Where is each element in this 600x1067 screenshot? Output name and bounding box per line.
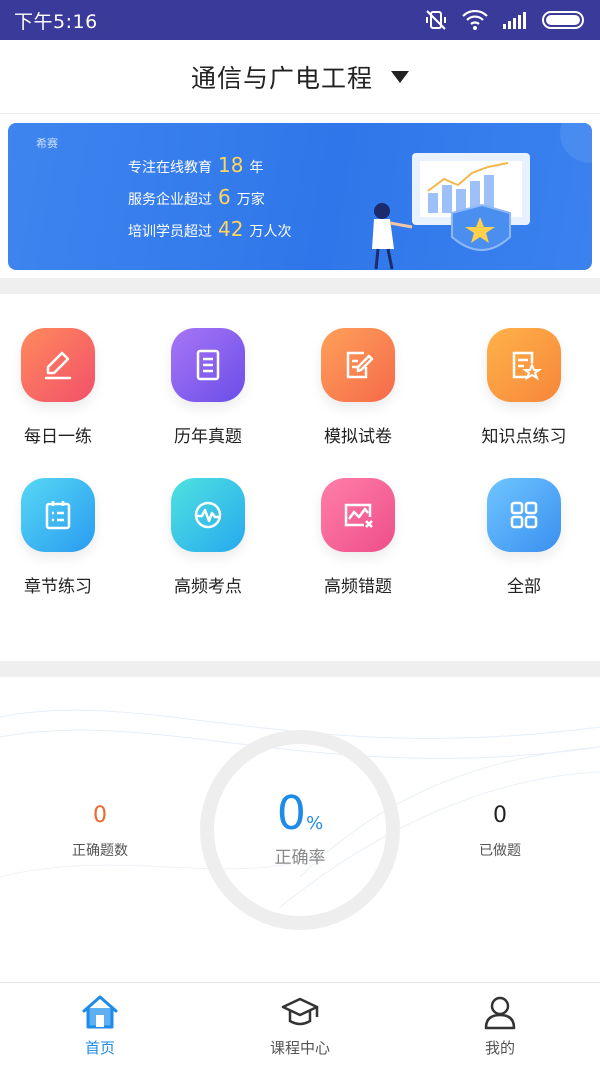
- section-divider: [0, 661, 600, 677]
- user-icon: [484, 996, 516, 1030]
- banner-line-number: 18: [218, 153, 244, 177]
- tile: [487, 328, 561, 402]
- correct-count-label: 正确题数: [72, 843, 128, 859]
- banner-line-number: 42: [218, 217, 244, 241]
- banner-line-prefix: 培训学员超过: [128, 224, 212, 240]
- menu-item-daily-practice[interactable]: 每日一练: [0, 328, 133, 447]
- accuracy-label: 正确率: [274, 848, 326, 868]
- menu-item-label: 高频考点: [174, 577, 242, 597]
- menu-item-knowledge-points[interactable]: 知识点练习: [449, 328, 599, 447]
- menu-item-all[interactable]: 全部: [449, 478, 599, 597]
- menu-item-chapter-practice[interactable]: 章节练习: [0, 478, 133, 597]
- banner-line-suffix: 万家: [236, 192, 265, 208]
- subject-selector[interactable]: 通信与广电工程: [0, 40, 600, 114]
- menu-item-label: 历年真题: [174, 427, 242, 447]
- done-count-stat: 0 已做题: [420, 803, 580, 860]
- tile: [21, 328, 95, 402]
- nav-label: 课程中心: [269, 1039, 330, 1057]
- promo-banner[interactable]: 希赛 专注在线教育 18 年 服务企业超过 6 万家 培训学员超过 42 万人次: [8, 123, 592, 270]
- grid-icon: [510, 501, 538, 529]
- menu-item-label: 模拟试卷: [324, 427, 392, 447]
- status-icons: [424, 9, 586, 31]
- banner-line-number: 6: [218, 185, 231, 209]
- menu-item-label: 知识点练习: [481, 427, 567, 447]
- tile: [21, 478, 95, 552]
- page-title: 通信与广电工程: [190, 63, 373, 93]
- feature-grid: 每日一练 历年真题 模拟试卷 知识点练习 章节练习 高频考点 高频错题 全部: [0, 294, 600, 661]
- menu-item-frequent-topics[interactable]: 高频考点: [133, 478, 283, 597]
- done-count-label: 已做题: [479, 843, 521, 859]
- wifi-icon: [462, 10, 488, 30]
- nav-label: 我的: [484, 1039, 515, 1057]
- status-bar: 下午5:16: [0, 0, 600, 40]
- tile: [321, 328, 395, 402]
- menu-item-mock-exam[interactable]: 模拟试卷: [283, 328, 433, 447]
- section-divider: [0, 278, 600, 294]
- home-icon: [82, 995, 118, 1029]
- signal-icon: [503, 12, 526, 29]
- nav-mine[interactable]: 我的: [400, 983, 600, 1067]
- banner-line-prefix: 专注在线教育: [128, 160, 212, 176]
- accuracy-unit: %: [306, 813, 324, 834]
- edit-paper-icon: [346, 351, 374, 379]
- nav-label: 首页: [84, 1039, 115, 1057]
- menu-item-frequent-errors[interactable]: 高频错题: [283, 478, 433, 597]
- banner-line: 服务企业超过 6 万家: [128, 183, 291, 215]
- star-document-icon: [512, 351, 542, 381]
- accuracy-stat: 0% 正确率: [200, 787, 400, 868]
- vibrate-off-icon: [426, 10, 446, 30]
- bottom-nav: 首页 课程中心 我的: [0, 982, 600, 1067]
- tile: [171, 478, 245, 552]
- correct-count-stat: 0 正确题数: [20, 803, 180, 860]
- status-time: 下午5:16: [14, 10, 98, 33]
- menu-item-label: 每日一练: [24, 427, 92, 447]
- nav-home[interactable]: 首页: [0, 983, 200, 1067]
- tile: [171, 328, 245, 402]
- banner-line-prefix: 服务企业超过: [128, 192, 212, 208]
- battery-icon: [542, 11, 584, 29]
- banner-line: 培训学员超过 42 万人次: [128, 215, 291, 247]
- nav-course-center[interactable]: 课程中心: [200, 983, 400, 1067]
- caret-down-icon: [391, 70, 409, 83]
- banner-line: 专注在线教育 18 年: [128, 151, 291, 183]
- menu-item-label: 高频错题: [324, 577, 392, 597]
- document-icon: [196, 349, 220, 381]
- pencil-icon: [44, 351, 72, 380]
- tile: [321, 478, 395, 552]
- banner-illustration: [372, 123, 592, 270]
- correct-count-value: 0: [93, 803, 107, 828]
- chart-error-icon: [344, 503, 373, 528]
- tile: [487, 478, 561, 552]
- accuracy-value: 0: [276, 786, 307, 840]
- menu-item-label: 章节练习: [24, 577, 92, 597]
- menu-item-label: 全部: [507, 577, 541, 597]
- banner-line-suffix: 年: [249, 160, 264, 176]
- graduation-cap-icon: [281, 997, 319, 1026]
- banner-line-suffix: 万人次: [249, 224, 292, 240]
- menu-item-past-exams[interactable]: 历年真题: [133, 328, 283, 447]
- checklist-icon: [45, 501, 71, 530]
- done-count-value: 0: [493, 803, 507, 828]
- banner-text: 专注在线教育 18 年 服务企业超过 6 万家 培训学员超过 42 万人次: [128, 151, 291, 247]
- stats-panel: 0 正确题数 0% 正确率 0 已做题: [0, 677, 600, 982]
- pulse-icon: [194, 501, 222, 529]
- banner-logo: 希赛: [36, 137, 58, 150]
